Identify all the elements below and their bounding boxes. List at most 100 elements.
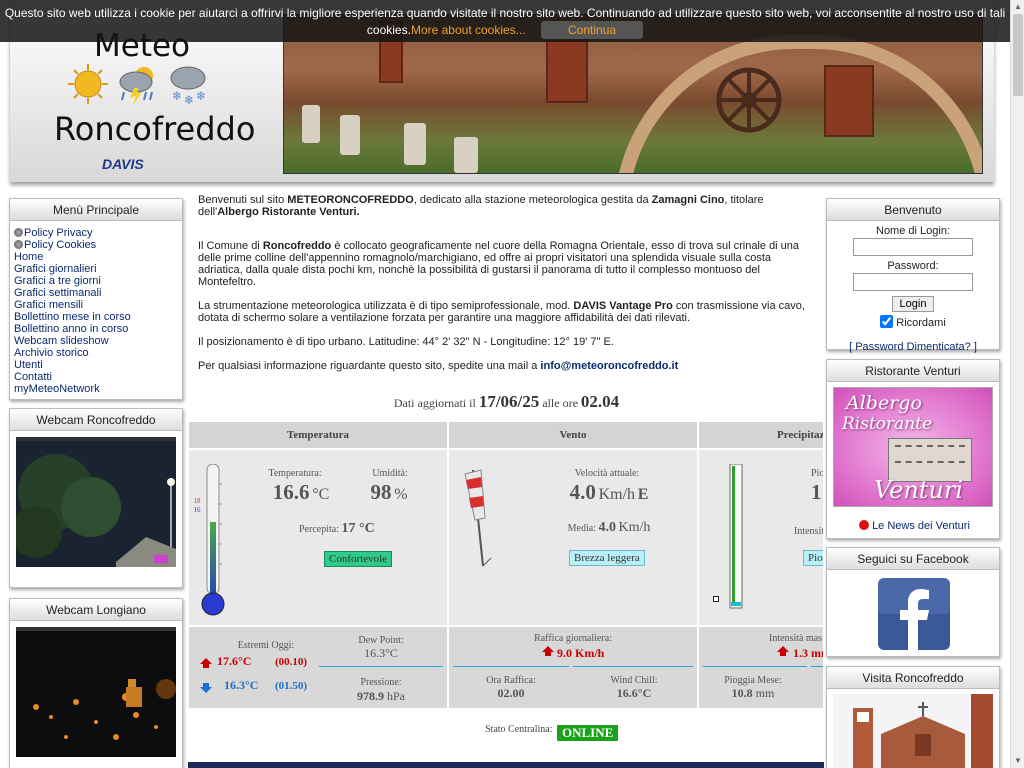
storm-cloud-icon [119, 67, 153, 105]
menu-item-13[interactable]: myMeteoNetwork [14, 383, 178, 395]
cookie-more-link[interactable]: More about cookies... [411, 23, 526, 37]
cookie-banner: Questo sito web utilizza i cookie per ai… [0, 0, 1010, 42]
wall-door [824, 65, 874, 137]
intro-text: Per qualsiasi informazione riguardante q… [198, 360, 541, 372]
login-button[interactable]: Login [891, 296, 935, 312]
rain-value-partial: 1 [811, 480, 822, 504]
wind-speed-unit: Km/h [598, 486, 636, 503]
rain-month-label: Pioggia Mese: [724, 675, 782, 686]
menu-item-label: Home [14, 251, 44, 263]
owner-name-text: Zamagni Cino [651, 194, 725, 206]
menu-item-11[interactable]: Utenti [14, 359, 178, 371]
menu-item-0[interactable]: Policy Privacy [14, 227, 178, 239]
thermometer-max-mark: 18 [193, 497, 201, 505]
remember-me-checkbox[interactable] [880, 315, 894, 328]
humidity-unit: % [394, 486, 408, 503]
intro-text: La strumentazione meteorologica utilizza… [198, 300, 574, 312]
gust-up-arrow-icon [542, 646, 554, 656]
rain-badge-partial: Pio [803, 550, 823, 566]
roncofreddo-church-image[interactable] [833, 694, 993, 768]
facebook-title: Seguici su Facebook [827, 548, 999, 570]
precipitation-footer: Intensità mas 1.3 mm Pioggia Mese: 10.8 … [699, 627, 823, 708]
intro-paragraph-2: Il Comune di Roncofreddo è collocato geo… [198, 240, 813, 288]
intro-text: Il Comune di [198, 240, 263, 252]
wind-footer: Raffica giornaliera: 9.0 Km/h Ora Raffic… [449, 627, 697, 708]
menu-item-9[interactable]: Webcam slideshow [14, 335, 178, 347]
rain-intensity-partial: Intensit [794, 526, 823, 537]
rain-rate-label: Intensità mas [769, 633, 823, 644]
rain-month-number: 10.8 [731, 686, 753, 700]
venturi-news-link[interactable]: Le News dei Venturi [859, 520, 970, 532]
ristorante-title: Ristorante Venturi [827, 360, 999, 382]
menu-item-4[interactable]: Grafici a tre giorni [14, 275, 178, 287]
webcam-roncofreddo-title: Webcam Roncofreddo [10, 409, 182, 431]
gust-time-label: Ora Raffica: [486, 675, 536, 686]
station-status-label: Stato Centralina: [485, 724, 553, 735]
menu-item-label: Archivio storico [14, 347, 89, 359]
min-down-arrow-icon [200, 683, 212, 693]
menu-item-1[interactable]: Policy Cookies [14, 239, 178, 251]
username-input[interactable] [853, 238, 973, 256]
scroll-thumb[interactable] [1013, 14, 1023, 96]
menu-item-label: Bollettino anno in corso [14, 323, 129, 335]
stone-post [404, 123, 426, 165]
hotel-name-text: Albergo Ristorante Venturi. [217, 206, 360, 218]
wind-average-row: Media: 4.0 Km/h [549, 520, 669, 536]
menu-item-3[interactable]: Grafici giornalieri [14, 263, 178, 275]
update-date: 17/06/25 [478, 392, 540, 411]
intro-paragraph-3: La strumentazione meteorologica utilizza… [198, 300, 813, 324]
venturi-news-label: Le News dei Venturi [872, 520, 970, 532]
gust-value: 9.0 Km/h [557, 646, 605, 660]
contact-email-link[interactable]: info@meteoroncofreddo.it [540, 360, 678, 372]
menu-item-6[interactable]: Grafici mensili [14, 299, 178, 311]
password-input[interactable] [853, 273, 973, 291]
stone-arch [614, 35, 982, 173]
menu-item-label: Bollettino mese in corso [14, 311, 131, 323]
webcam-longiano-image[interactable] [16, 627, 176, 757]
scroll-down-arrow-icon[interactable]: ▼ [1011, 754, 1024, 768]
ristorante-banner-image[interactable]: Albergo Ristorante Venturi [833, 387, 993, 507]
town-name-text: Roncofreddo [262, 240, 332, 252]
weather-data-table: Temperatura 18 16 Temperatura: 16.6 °C U… [189, 422, 823, 708]
precipitation-main-panel: Pio 1 Intensit Pio [699, 450, 823, 625]
username-label: Nome di Login: [876, 225, 950, 237]
menu-item-7[interactable]: Bollettino mese in corso [14, 311, 178, 323]
menu-item-5[interactable]: Grafici settimanali [14, 287, 178, 299]
menu-item-label: Grafici giornalieri [14, 263, 97, 275]
menu-item-label: myMeteoNetwork [14, 383, 100, 395]
main-menu-title: Menù Principale [10, 199, 182, 221]
scroll-up-arrow-icon[interactable]: ▲ [1011, 0, 1024, 14]
bottom-webcam-strip [188, 762, 824, 768]
menu-item-2[interactable]: Home [14, 251, 178, 263]
temperature-value: 16.6 °C [261, 480, 341, 505]
temperature-unit: °C [312, 486, 330, 503]
station-status-badge: ONLINE [557, 725, 619, 741]
forgot-password-link[interactable]: [ Password Dimenticata? ] [827, 341, 999, 353]
facebook-icon[interactable] [878, 578, 950, 650]
menu-item-label: Grafici settimanali [14, 287, 102, 299]
temperature-main-panel: 18 16 Temperatura: 16.6 °C Umidità: 98 %… [189, 450, 447, 625]
perceived-value: 17 °C [341, 521, 375, 536]
visita-title: Visita Roncofreddo [827, 667, 999, 689]
rain-gauge-icon [729, 464, 743, 609]
intro-paragraph-1: Benvenuti sul sito METEORONCOFREDDO, ded… [198, 194, 813, 218]
cookie-continue-button[interactable]: Continua [541, 21, 644, 39]
wind-main-panel: Velocità attuale: 4.0 Km/h E Media: 4.0 … [449, 450, 697, 625]
gust-label: Raffica giornaliera: [534, 633, 612, 644]
site-logo[interactable]: Meteo ❄ ❄ ❄ Roncofreddo DAVIS [10, 20, 280, 180]
menu-item-label: Policy Cookies [24, 239, 97, 251]
temperature-column: Temperatura 18 16 Temperatura: 16.6 °C U… [189, 422, 447, 708]
menu-item-12[interactable]: Contatti [14, 371, 178, 383]
perceived-label: Percepita: [299, 524, 339, 535]
footer-divider [573, 666, 693, 667]
min-temp-value: 16.3°C [224, 678, 259, 692]
menu-item-label: Grafici a tre giorni [14, 275, 101, 287]
sun-icon [68, 64, 108, 104]
visita-box: Visita Roncofreddo [826, 666, 1000, 768]
menu-item-8[interactable]: Bollettino anno in corso [14, 323, 178, 335]
menu-item-10[interactable]: Archivio storico [14, 347, 178, 359]
page-scrollbar[interactable]: ▲ ▼ [1010, 0, 1024, 768]
login-box: Benvenuto Nome di Login: Password: Login… [826, 198, 1000, 353]
rain-rate-up-arrow-icon [777, 646, 789, 656]
webcam-roncofreddo-image[interactable] [16, 437, 176, 567]
